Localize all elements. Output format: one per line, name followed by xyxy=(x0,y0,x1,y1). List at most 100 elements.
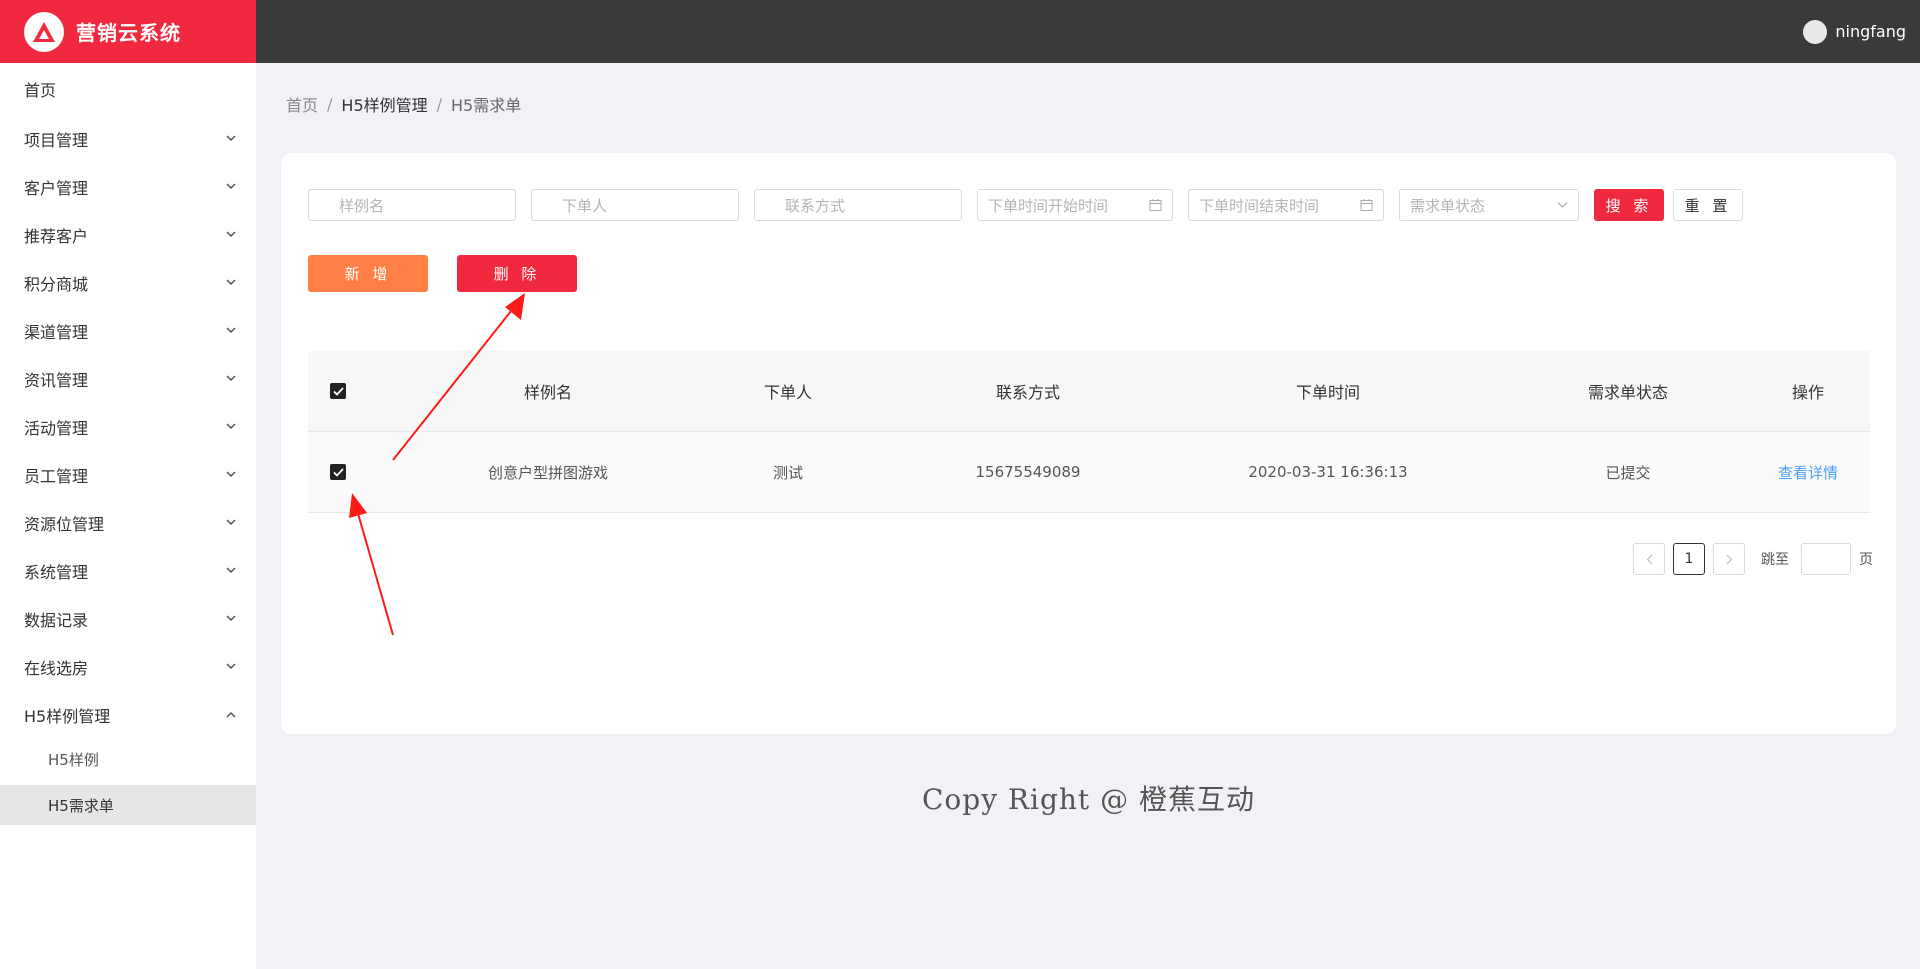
sidebar: 首页 项目管理 客户管理 推荐客户 积分商城 渠道管理 资讯管理 活动管理 员工… xyxy=(0,63,256,969)
logo-area[interactable]: 营销云系统 xyxy=(0,0,256,63)
goto-page-input[interactable] xyxy=(1801,543,1851,575)
chevron-down-icon xyxy=(226,663,236,670)
orderer-input[interactable]: 下单人 xyxy=(531,189,739,221)
chevron-down-icon xyxy=(226,327,236,334)
sidebar-item-label: 客户管理 xyxy=(24,179,89,198)
sidebar-item-label: 活动管理 xyxy=(24,419,89,438)
pagination: 1 跳至 页 xyxy=(1633,543,1873,575)
cell-orderer: 测试 xyxy=(772,463,803,482)
end-time-picker[interactable]: 下单时间结束时间 xyxy=(1188,189,1384,221)
column-header: 需求单状态 xyxy=(1587,383,1668,402)
select-all-checkbox[interactable] xyxy=(308,351,368,431)
sidebar-item-h5-samples[interactable]: H5样例管理 xyxy=(0,691,256,739)
sidebar-item-label: 资源位管理 xyxy=(24,515,105,534)
top-bar: 营销云系统 ningfang xyxy=(0,0,1920,63)
table-header: 样例名 下单人 联系方式 下单时间 需求单状态 操作 xyxy=(308,351,1870,432)
logo-triangle-icon xyxy=(24,11,64,52)
sidebar-item-referrals[interactable]: 推荐客户 xyxy=(0,211,256,259)
sidebar-item-label: 项目管理 xyxy=(24,131,89,150)
breadcrumb-separator: / xyxy=(436,94,443,114)
user-menu[interactable]: ningfang xyxy=(1803,0,1906,63)
cell-status: 已提交 xyxy=(1605,463,1651,482)
row-checkbox[interactable] xyxy=(308,432,368,512)
column-header: 联系方式 xyxy=(995,383,1060,402)
breadcrumb-separator: / xyxy=(327,94,333,114)
column-header: 样例名 xyxy=(523,383,572,402)
placeholder-text: 需求单状态 xyxy=(1410,196,1486,215)
next-page-button[interactable] xyxy=(1713,543,1745,575)
sidebar-item-online-housing[interactable]: 在线选房 xyxy=(0,643,256,691)
footer-copyright: Copy Right @ 橙蕉互动 xyxy=(922,783,1255,816)
sidebar-item-data-records[interactable]: 数据记录 xyxy=(0,595,256,643)
cell-contact: 15675549089 xyxy=(975,463,1081,481)
delete-button[interactable]: 删 除 xyxy=(457,255,577,292)
sidebar-item-label: 首页 xyxy=(24,81,57,100)
breadcrumb-home[interactable]: 首页 xyxy=(286,92,318,116)
sidebar-item-label: 在线选房 xyxy=(24,659,89,678)
sidebar-item-customers[interactable]: 客户管理 xyxy=(0,163,256,211)
sidebar-item-news[interactable]: 资讯管理 xyxy=(0,355,256,403)
breadcrumb-current: H5需求单 xyxy=(451,96,522,115)
sidebar-item-projects[interactable]: 项目管理 xyxy=(0,115,256,163)
reset-button[interactable]: 重 置 xyxy=(1673,189,1743,221)
sidebar-subitem-label: H5样例 xyxy=(48,750,99,769)
chevron-down-icon xyxy=(226,471,236,478)
placeholder-text: 样例名 xyxy=(339,196,385,215)
placeholder-text: 联系方式 xyxy=(785,196,846,215)
page-unit-label: 页 xyxy=(1859,552,1873,568)
sidebar-item-label: 员工管理 xyxy=(24,467,89,486)
app-title: 营销云系统 xyxy=(76,21,181,45)
sidebar-subitem-h5-sample[interactable]: H5样例 xyxy=(0,739,256,779)
calendar-icon xyxy=(1360,199,1373,211)
chevron-down-icon xyxy=(226,183,236,190)
sidebar-item-label: 推荐客户 xyxy=(24,227,89,246)
sidebar-item-resource-slots[interactable]: 资源位管理 xyxy=(0,499,256,547)
chevron-up-icon xyxy=(226,711,236,718)
search-button[interactable]: 搜 索 xyxy=(1594,189,1664,221)
chevron-down-icon xyxy=(226,615,236,622)
column-header: 操作 xyxy=(1791,383,1824,402)
sidebar-item-system[interactable]: 系统管理 xyxy=(0,547,256,595)
calendar-icon xyxy=(1149,199,1162,211)
breadcrumb-parent[interactable]: H5样例管理 xyxy=(341,92,427,116)
sidebar-item-label: H5样例管理 xyxy=(24,707,111,726)
breadcrumb: 首页 / H5样例管理 / H5需求单 xyxy=(286,92,521,116)
cell-order-time: 2020-03-31 16:36:13 xyxy=(1248,463,1408,481)
chevron-down-icon xyxy=(226,231,236,238)
chevron-down-icon xyxy=(226,519,236,526)
chevron-down-icon xyxy=(226,135,236,142)
goto-label: 跳至 xyxy=(1761,552,1789,568)
view-details-link[interactable]: 查看详情 xyxy=(1748,432,1868,512)
sample-name-input[interactable]: 样例名 xyxy=(308,189,516,221)
placeholder-text: 下单人 xyxy=(562,196,608,215)
cell-sample-name: 创意户型拼图游戏 xyxy=(487,463,608,482)
column-header: 下单人 xyxy=(763,383,812,402)
sidebar-item-channels[interactable]: 渠道管理 xyxy=(0,307,256,355)
chevron-down-icon xyxy=(1557,202,1568,208)
chevron-down-icon xyxy=(226,423,236,430)
prev-page-button[interactable] xyxy=(1633,543,1665,575)
chevron-right-icon xyxy=(1726,554,1732,564)
sidebar-item-label: 积分商城 xyxy=(24,275,89,294)
contact-input[interactable]: 联系方式 xyxy=(754,189,962,221)
sidebar-item-activities[interactable]: 活动管理 xyxy=(0,403,256,451)
status-select[interactable]: 需求单状态 xyxy=(1399,189,1579,221)
checkbox-checked-icon xyxy=(330,464,346,480)
sidebar-subitem-label: H5需求单 xyxy=(48,796,114,815)
placeholder-text: 下单时间结束时间 xyxy=(1199,196,1320,215)
add-button[interactable]: 新 增 xyxy=(308,255,428,292)
username: ningfang xyxy=(1835,22,1906,41)
start-time-picker[interactable]: 下单时间开始时间 xyxy=(977,189,1173,221)
chevron-down-icon xyxy=(226,567,236,574)
chevron-left-icon xyxy=(1646,554,1652,564)
sidebar-subitem-h5-order[interactable]: H5需求单 xyxy=(0,785,256,825)
column-header: 下单时间 xyxy=(1295,383,1360,402)
sidebar-item-label: 系统管理 xyxy=(24,563,89,582)
content-card: 样例名 下单人 联系方式 下单时间开始时间 下单时间结束时间 需求单状态 搜 索… xyxy=(281,153,1896,734)
placeholder-text: 下单时间开始时间 xyxy=(988,196,1109,215)
sidebar-item-home[interactable]: 首页 xyxy=(0,65,256,113)
sidebar-item-staff[interactable]: 员工管理 xyxy=(0,451,256,499)
checkbox-checked-icon xyxy=(330,383,346,399)
page-number-button[interactable]: 1 xyxy=(1673,543,1705,575)
sidebar-item-points-mall[interactable]: 积分商城 xyxy=(0,259,256,307)
